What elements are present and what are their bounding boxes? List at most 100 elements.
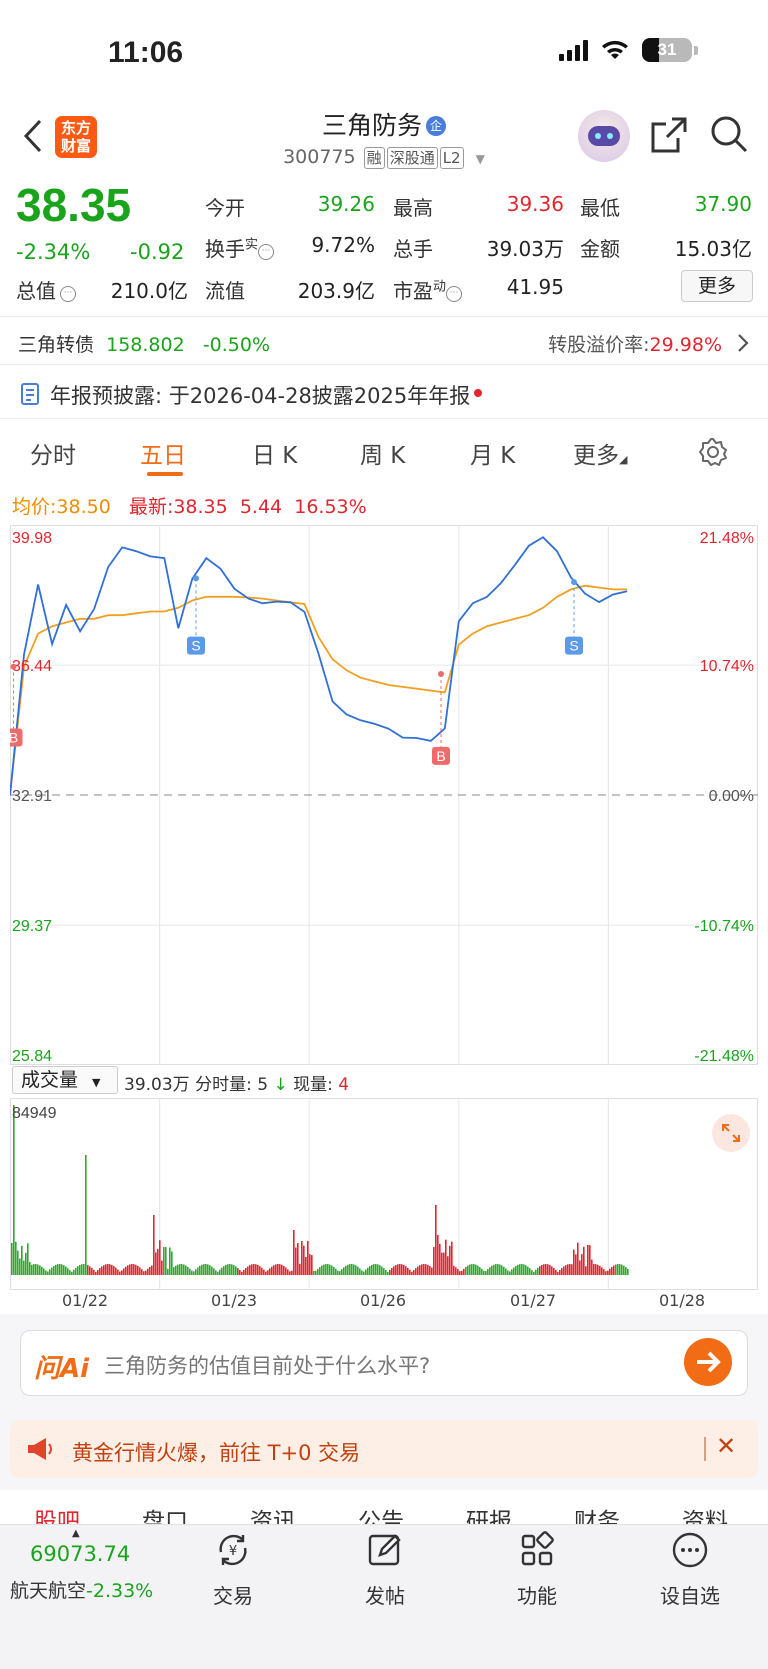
volume-bar <box>601 1267 603 1275</box>
tag-level2: L2 <box>439 147 464 169</box>
sector-index-value[interactable]: 69073.74 <box>30 1542 130 1566</box>
volume-bar <box>325 1264 327 1275</box>
search-icon[interactable] <box>709 114 749 154</box>
trade-marker-label: S <box>569 638 578 654</box>
tab-five-day[interactable]: 五日 <box>140 436 186 470</box>
volume-bar <box>501 1265 503 1275</box>
tab-month-k[interactable]: 月 K <box>470 436 515 470</box>
volume-bar <box>589 1245 591 1275</box>
expand-icon <box>722 1124 740 1142</box>
volume-bar <box>537 1267 539 1275</box>
volume-bar <box>263 1269 265 1275</box>
tab-more[interactable]: 更多◢ <box>573 436 627 470</box>
volume-bar <box>425 1264 427 1275</box>
low-label: 最低 <box>580 196 620 220</box>
volume-bar <box>141 1269 143 1275</box>
volume-bar <box>43 1268 45 1275</box>
tab-week-k[interactable]: 周 K <box>360 436 405 470</box>
volume-bar <box>525 1265 527 1275</box>
volume-chart[interactable]: 84949 <box>10 1098 758 1290</box>
volume-bar <box>81 1264 83 1275</box>
y-tick-left: 29.37 <box>12 918 52 935</box>
premium-rate[interactable]: 转股溢价率:29.98% <box>548 330 722 357</box>
five-day-price-chart[interactable]: 39.98 21.48% 36.44 10.74% 32.91 0.00% 29.37 -10… <box>10 525 758 1065</box>
trade-yen-icon: ¥ <box>219 1534 247 1566</box>
volume-bar <box>57 1264 59 1275</box>
volume-bar <box>381 1266 383 1275</box>
volume-bar <box>569 1264 571 1275</box>
volume-bar <box>307 1240 309 1275</box>
ai-robot-avatar[interactable] <box>578 110 630 162</box>
volume-bar <box>333 1266 335 1275</box>
volume-bar <box>421 1264 423 1275</box>
volume-bar <box>297 1243 299 1275</box>
volume-bar <box>485 1271 487 1275</box>
y-tick-right: 21.48% <box>700 530 754 547</box>
volume-bar <box>367 1267 369 1275</box>
volume-bar <box>191 1270 193 1275</box>
volume-bar <box>489 1267 491 1275</box>
nav-trade[interactable]: ¥ 交易 <box>183 1530 283 1609</box>
volume-bar <box>305 1257 307 1275</box>
mktcap-label[interactable]: 总值 ··· <box>16 275 76 304</box>
volume-bar <box>571 1264 573 1275</box>
volume-bar <box>67 1268 69 1275</box>
volume-bar <box>177 1264 179 1275</box>
chevron-right-icon[interactable] <box>736 333 750 353</box>
current-price: 38.35 <box>16 179 132 231</box>
volume-bar <box>397 1264 399 1275</box>
tab-day-k[interactable]: 日 K <box>252 436 297 470</box>
volume-bar <box>599 1265 601 1275</box>
volume-indicator-select[interactable]: 成交量 ▼ <box>12 1066 118 1094</box>
volume-bar <box>353 1264 355 1275</box>
nav-functions[interactable]: 功能 <box>487 1530 587 1609</box>
volume-bar <box>75 1267 77 1275</box>
pe-label[interactable]: 市盈动 ··· <box>393 275 463 304</box>
volume-bar <box>621 1264 623 1275</box>
ai-question-text[interactable]: 三角防务的估值目前处于什么水平? <box>104 1350 430 1380</box>
amount-label: 金额 <box>580 237 620 261</box>
volume-bar <box>49 1269 51 1275</box>
volume-bar <box>371 1264 373 1275</box>
volume-bar <box>299 1263 301 1275</box>
settings-gear-icon[interactable] <box>698 437 728 467</box>
turnover-label[interactable]: 换手实 ··· <box>205 233 275 262</box>
volume-bar <box>149 1266 151 1275</box>
volume-bar <box>283 1265 285 1275</box>
volume-bar <box>95 1271 97 1275</box>
banner-text[interactable]: 黄金行情火爆，前往 T+0 交易 <box>72 1437 360 1467</box>
volume-bar <box>561 1268 563 1275</box>
volume-bar <box>135 1264 137 1275</box>
volume-bar <box>613 1265 615 1275</box>
volume-bar <box>617 1264 619 1275</box>
volume-bar <box>303 1245 305 1275</box>
pe-value: 41.95 <box>506 275 564 299</box>
volume-bar <box>229 1264 231 1275</box>
nav-post[interactable]: 发帖 <box>335 1530 435 1609</box>
volume-bar <box>25 1252 27 1275</box>
close-icon[interactable]: ✕ <box>716 1432 736 1460</box>
volume-bar <box>261 1267 263 1275</box>
volume-bar <box>175 1265 177 1275</box>
nav-add-watchlist[interactable]: 设自选 <box>640 1530 740 1609</box>
volume-bar <box>619 1264 621 1275</box>
volume-bar <box>179 1264 181 1275</box>
volume-bar <box>585 1266 587 1275</box>
volume-bar <box>575 1254 577 1275</box>
convertible-bond-row[interactable]: 三角转债 158.802 -0.50% <box>18 330 270 357</box>
volume-bar <box>63 1265 65 1275</box>
more-fields-button[interactable]: 更多 <box>681 270 753 302</box>
volume-bar <box>319 1267 321 1275</box>
tab-fenshi[interactable]: 分时 <box>30 436 76 470</box>
volume-bar <box>35 1264 37 1275</box>
annual-report-notice[interactable]: 年报预披露: 于2026-04-28披露2025年年报 <box>50 380 483 410</box>
volume-info: 39.03万 分时量: 5 ↓ 现量: 4 <box>124 1075 350 1095</box>
share-icon[interactable] <box>650 116 688 154</box>
sector-index-name[interactable]: 航天航空-2.33% <box>10 1576 153 1603</box>
expand-chart-button[interactable] <box>712 1114 750 1152</box>
volume-bar <box>205 1264 207 1275</box>
volume-bar <box>265 1271 267 1275</box>
volume-bar <box>103 1265 105 1275</box>
ai-submit-button[interactable] <box>684 1338 732 1386</box>
volume-bar <box>445 1239 447 1275</box>
